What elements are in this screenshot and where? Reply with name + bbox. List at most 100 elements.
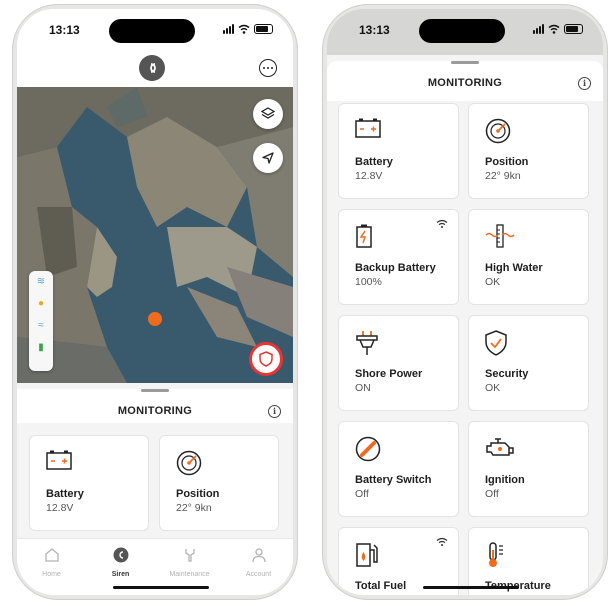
alarm-shield-button[interactable]: [249, 342, 283, 376]
card-value: 22° 9kn: [176, 502, 212, 514]
card-position[interactable]: Position 22° 9kn: [468, 103, 589, 199]
screen-right: 13:13 MONITORING i Battery 12.8V Positio…: [327, 9, 603, 595]
siren-logo-icon: [113, 547, 128, 563]
card-total-fuel[interactable]: Total Fuel: [338, 527, 459, 595]
wifi-icon: [436, 537, 448, 546]
info-icon[interactable]: i: [578, 77, 591, 90]
phone-right: 13:13 MONITORING i Battery 12.8V Positio…: [322, 4, 608, 600]
card-name: Battery Switch: [355, 474, 432, 486]
status-bar: 13:13: [17, 9, 293, 51]
battery-icon: [46, 450, 72, 470]
tab-label: Maintenance: [169, 571, 210, 578]
thermometer-icon: [489, 542, 503, 567]
wifi-icon: [436, 219, 448, 228]
card-value: Off: [355, 488, 369, 500]
status-time: 13:13: [49, 23, 80, 37]
sheet-drag-handle[interactable]: [141, 389, 169, 392]
shield-check-icon: [485, 330, 507, 356]
engine-icon: [486, 438, 514, 456]
signal-bars-icon[interactable]: ▮: [29, 337, 53, 359]
section-title: MONITORING: [117, 405, 193, 417]
weather-layer-panel[interactable]: ≋ ● ≈ ▮: [29, 271, 53, 371]
status-icons: [533, 24, 583, 34]
card-name: Security: [485, 368, 529, 380]
home-icon: [44, 548, 59, 562]
boat-marker-icon[interactable]: [148, 312, 162, 326]
card-ignition[interactable]: Ignition Off: [468, 421, 589, 517]
dynamic-island: [109, 19, 195, 43]
dynamic-island: [419, 19, 505, 43]
fuel-icon: [356, 543, 378, 567]
home-indicator: [113, 586, 209, 589]
card-value: ON: [355, 382, 371, 394]
tab-label: Account: [245, 571, 272, 578]
card-shore-power[interactable]: Shore Power ON: [338, 315, 459, 411]
compass-icon: [485, 118, 511, 144]
sheet-drag-handle[interactable]: [451, 61, 479, 64]
wrench-icon: [184, 549, 195, 562]
tab-label: Home: [42, 571, 61, 578]
shore-power-icon: [356, 331, 378, 355]
card-battery[interactable]: Battery 12.8V: [338, 103, 459, 199]
sun-icon[interactable]: ●: [29, 293, 53, 315]
card-name: Position: [485, 156, 529, 168]
card-backup-battery[interactable]: Backup Battery 100%: [338, 209, 459, 305]
battery-icon: [355, 118, 381, 138]
card-temperature[interactable]: Temperature: [468, 527, 589, 595]
cellular-signal-icon: [223, 24, 234, 34]
card-name: Position: [176, 488, 220, 500]
monitoring-header: MONITORING i: [327, 61, 603, 101]
status-icons: [223, 24, 273, 34]
siren-logo-icon[interactable]: [139, 55, 165, 81]
card-name: Battery: [46, 488, 84, 500]
card-value: OK: [485, 276, 501, 288]
monitoring-sheet: MONITORING i Battery 12.8V Position 22° …: [327, 55, 603, 595]
card-value: 22° 9kn: [485, 170, 521, 182]
card-value: 12.8V: [46, 502, 74, 514]
monitoring-sheet: MONITORING i Battery 12.8V Position 22° …: [17, 383, 293, 595]
high-water-icon: [485, 224, 515, 248]
backup-battery-icon: [356, 224, 372, 248]
card-name: Ignition: [485, 474, 525, 486]
home-indicator: [423, 586, 519, 589]
layers-icon: [260, 107, 276, 119]
compass-icon: [176, 450, 202, 476]
monitoring-header: MONITORING i: [17, 389, 293, 423]
locate-button[interactable]: [253, 143, 283, 173]
card-name: Shore Power: [355, 368, 423, 380]
tab-account[interactable]: Account: [224, 539, 293, 595]
card-name: Backup Battery: [355, 262, 436, 274]
status-time: 13:13: [359, 23, 390, 37]
info-icon[interactable]: i: [268, 405, 281, 418]
battery-status-icon: [564, 24, 583, 34]
satellite-map[interactable]: [17, 87, 293, 383]
tab-home[interactable]: Home: [17, 539, 86, 595]
card-value: 100%: [355, 276, 382, 288]
wifi-icon: [548, 24, 560, 34]
navigation-arrow-icon: [262, 152, 274, 164]
card-security[interactable]: Security OK: [468, 315, 589, 411]
phone-left: 13:13 ≋ ● ≈ ▮ MONITORING i Battery 12.8V…: [12, 4, 298, 600]
tab-label: Siren: [111, 571, 130, 578]
cellular-signal-icon: [533, 24, 544, 34]
card-name: Battery: [355, 156, 393, 168]
wave-icon[interactable]: ≈: [29, 315, 53, 337]
wind-icon[interactable]: ≋: [29, 271, 53, 293]
card-battery[interactable]: Battery 12.8V: [29, 435, 149, 531]
card-position[interactable]: Position 22° 9kn: [159, 435, 279, 531]
map-imagery: [17, 87, 293, 383]
shield-icon: [259, 351, 273, 367]
card-value: Off: [485, 488, 499, 500]
card-name: Total Fuel: [355, 580, 407, 592]
card-value: 12.8V: [355, 170, 383, 182]
screen-left: 13:13 ≋ ● ≈ ▮ MONITORING i Battery 12.8V…: [17, 9, 293, 595]
card-high-water[interactable]: High Water OK: [468, 209, 589, 305]
card-battery-switch[interactable]: Battery Switch Off: [338, 421, 459, 517]
layers-button[interactable]: [253, 99, 283, 129]
card-name: High Water: [485, 262, 543, 274]
status-bar: 13:13: [327, 9, 603, 51]
card-value: OK: [485, 382, 501, 394]
battery-status-icon: [254, 24, 273, 34]
more-options-button[interactable]: [259, 59, 277, 77]
person-icon: [251, 548, 266, 563]
